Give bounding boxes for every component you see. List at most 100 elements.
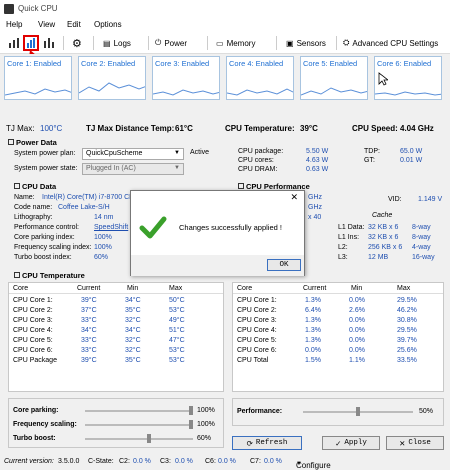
- menu-bar: Help View Edit Options: [0, 18, 450, 32]
- cpu-code-label: Code name:: [14, 204, 53, 211]
- menu-options[interactable]: Options: [94, 20, 122, 29]
- tjmax-label: TJ Max:: [6, 124, 35, 133]
- apply-button[interactable]: ✓ Apply: [322, 436, 380, 450]
- tjdist-label: TJ Max Distance Temp:: [86, 124, 175, 133]
- turbo-boost-slider[interactable]: [85, 434, 193, 443]
- core-graph-1[interactable]: Core 1: Enabled: [4, 56, 72, 100]
- close-button[interactable]: ✕ Close: [386, 436, 444, 450]
- slider-thumb[interactable]: [189, 420, 193, 429]
- cache-l2-size: 256 KB x 6: [368, 244, 403, 251]
- cpu-package-label: CPU package:: [238, 148, 284, 155]
- cpu-perf-label: Performance control:: [14, 224, 79, 231]
- toolbar: ⚙ ▤ Logs ⏻ Power ▭ Memory ▣ Sensors ⛭ Advance…: [0, 32, 450, 54]
- cpu-litho-value: 14 nm: [94, 214, 114, 221]
- cpu-freq-label: Frequency scaling index:: [14, 244, 92, 251]
- cache-title: Cache: [372, 212, 393, 219]
- core-usage-graph: [301, 87, 367, 96]
- core-label: Core 1: Enabled: [7, 59, 62, 68]
- cpu-freq-value: 100%: [94, 244, 112, 251]
- cpu-code-value: Coffee Lake-S/H: [58, 204, 110, 211]
- slider-thumb[interactable]: [356, 407, 360, 416]
- power-button[interactable]: ⏻ Power: [155, 36, 187, 50]
- table-row: CPU Package 39°C 35°C 53°C: [13, 357, 185, 364]
- slider-thumb[interactable]: [147, 434, 152, 443]
- header-current: Current: [303, 285, 327, 292]
- temps-title-text: CPU Temperature: [22, 271, 85, 280]
- mouse-cursor-icon: [378, 72, 388, 86]
- table-row: CPU Core 3: 1.3% 0.0% 30.8%: [237, 317, 417, 324]
- cpu-name-label: Name:: [14, 194, 35, 201]
- power-plan-select[interactable]: QuickCpuScheme ▼: [82, 148, 184, 160]
- cpu-name-value: Intel(R) Core(TM) i7-8700 CPU: [42, 194, 139, 201]
- cpu-temperature-title: CPU Temperature: [14, 271, 85, 280]
- core-usage-graph: [153, 89, 219, 96]
- core-graph-2[interactable]: Core 2: Enabled: [78, 56, 146, 100]
- core-graph-4[interactable]: Core 4: Enabled: [226, 56, 294, 100]
- advanced-cpu-settings-button[interactable]: ⛭ Advanced CPU Settings: [343, 36, 438, 50]
- header-max: Max: [169, 285, 183, 292]
- refresh-button[interactable]: ⟳ Refresh: [232, 436, 302, 450]
- cputemp-label: CPU Temperature:: [225, 124, 295, 133]
- header-min: Min: [127, 285, 139, 292]
- cache-l3-way: 16-way: [412, 254, 435, 261]
- sensors-button[interactable]: ▣ Sensors: [286, 36, 326, 50]
- menu-edit[interactable]: Edit: [67, 20, 81, 29]
- sensors-label: Sensors: [296, 38, 326, 48]
- vid-label: VID:: [388, 196, 402, 203]
- usage-table-header: Core Current Min Max: [233, 283, 443, 294]
- memory-label: Memory: [226, 38, 256, 48]
- app-icon: [4, 4, 14, 14]
- summary-bar: TJ Max: 100°C TJ Max Distance Temp: 61°C…: [0, 122, 450, 136]
- header-current: Current: [77, 285, 101, 292]
- cache-l1i-way: 8-way: [412, 234, 431, 241]
- speedshift-link[interactable]: SpeedShift: [94, 224, 128, 231]
- c2-value: 0.0 %: [133, 458, 151, 465]
- perf-ghz-1: GHz: [308, 194, 322, 201]
- c3-value: 0.0 %: [175, 458, 193, 465]
- turbo-boost-label: Turbo boost:: [13, 435, 56, 442]
- table-row: CPU Core 1: 39°C 34°C 50°C: [13, 297, 185, 304]
- core-graph-5[interactable]: Core 5: Enabled: [300, 56, 368, 100]
- power-label: Power: [164, 38, 188, 48]
- cache-l1i-size: 32 KB x 6: [368, 234, 399, 241]
- performance-label: Performance:: [237, 408, 283, 415]
- dialog-ok-button[interactable]: OK: [267, 259, 301, 271]
- close-icon: ✕: [399, 438, 406, 448]
- memory-button[interactable]: ▭ Memory: [216, 36, 255, 50]
- frequency-scaling-label: Frequency scaling:: [13, 421, 77, 428]
- frequency-scaling-value: 100%: [197, 421, 215, 428]
- c6-value: 0.0 %: [218, 458, 236, 465]
- cpu-chip-icon: ⛭: [343, 38, 350, 47]
- c2-label: C2:: [119, 458, 130, 465]
- status-bar: Current version: 3.5.0.0 C-State: C2: 0.…: [0, 455, 450, 470]
- cpu-cores-value: 4.63 W: [306, 157, 329, 164]
- core-label: Core 4: Enabled: [229, 59, 284, 68]
- gear-icon: ⚙: [72, 37, 82, 50]
- logs-label: Logs: [113, 38, 131, 48]
- settings-button[interactable]: ⚙: [72, 36, 82, 50]
- version-label: Current version:: [4, 458, 54, 465]
- logs-button[interactable]: ▤ Logs: [103, 36, 131, 50]
- dialog-close-icon[interactable]: ✕: [290, 192, 298, 203]
- temperature-table-header: Core Current Min Max: [9, 283, 223, 294]
- close-label: Close: [408, 439, 431, 447]
- table-row: CPU Core 4: 34°C 34°C 51°C: [13, 327, 185, 334]
- frequency-scaling-slider[interactable]: [85, 420, 193, 429]
- tjmax-value: 100°C: [40, 124, 63, 133]
- core-usage-graph: [5, 88, 71, 96]
- perf-ghz-2: GHz: [308, 204, 322, 211]
- chevron-down-icon: ▼: [296, 461, 302, 467]
- chevron-down-icon: ▼: [174, 165, 180, 171]
- menu-help[interactable]: Help: [6, 20, 22, 29]
- core-graph-3[interactable]: Core 3: Enabled: [152, 56, 220, 100]
- tjdist-value: 61°C: [175, 124, 193, 133]
- power-plan-status: Active: [190, 149, 210, 156]
- memory-icon: ▭: [216, 38, 224, 48]
- cpu-cores-label: CPU cores:: [238, 157, 274, 164]
- slider-thumb[interactable]: [189, 406, 193, 415]
- success-check-icon: [139, 216, 167, 239]
- menu-view[interactable]: View: [38, 20, 55, 29]
- table-row: CPU Core 6: 33°C 32°C 53°C: [13, 347, 185, 354]
- performance-slider[interactable]: [303, 407, 413, 416]
- core-parking-slider[interactable]: [85, 406, 193, 415]
